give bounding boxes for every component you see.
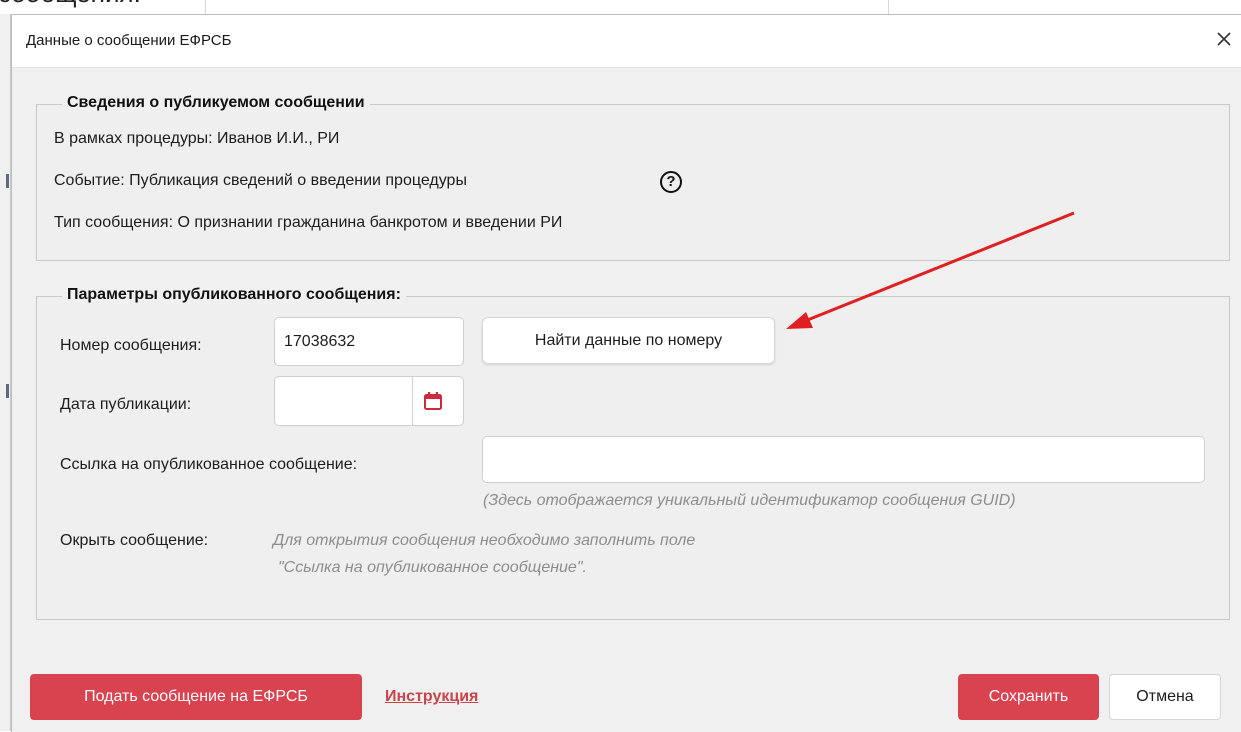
- background-window: сообщения:: [0, 0, 1241, 14]
- submit-to-efrsb-button[interactable]: Подать сообщение на ЕФРСБ: [30, 674, 362, 720]
- open-message-label: Окрыть сообщение:: [60, 532, 209, 549]
- published-link-label: Ссылка на опубликованное сообщение:: [60, 456, 358, 473]
- event-text: Событие: Публикация сведений о введении …: [54, 172, 467, 189]
- close-button[interactable]: [1206, 21, 1241, 57]
- background-divider: [888, 0, 889, 14]
- published-params-title: Параметры опубликованного сообщения:: [62, 286, 406, 304]
- calendar-icon: [423, 392, 442, 410]
- procedure-text: В рамках процедуры: Иванов И.И., РИ: [54, 130, 340, 147]
- open-message-hint-line2: "Ссылка на опубликованное сообщение".: [278, 559, 587, 576]
- cancel-button[interactable]: Отмена: [1109, 674, 1221, 720]
- efrsb-message-dialog: Данные о сообщении ЕФРСБ Сведения о публ…: [11, 14, 1241, 732]
- open-message-hint-line1: Для открытия сообщения необходимо заполн…: [273, 532, 696, 549]
- save-button[interactable]: Сохранить: [958, 674, 1099, 720]
- help-icon[interactable]: ?: [660, 171, 682, 193]
- close-icon: [1217, 32, 1231, 46]
- background-left-strip: [0, 14, 11, 731]
- background-cut-text: сообщения:: [0, 0, 141, 9]
- publication-date-input[interactable]: [274, 376, 464, 426]
- publication-date-label: Дата публикации:: [60, 396, 192, 413]
- calendar-button[interactable]: [412, 377, 452, 425]
- message-number-input[interactable]: 17038632: [274, 317, 464, 366]
- dialog-titlebar: Данные о сообщении ЕФРСБ: [12, 15, 1241, 68]
- find-by-number-button[interactable]: Найти данные по номеру: [482, 317, 775, 364]
- message-number-label: Номер сообщения:: [60, 337, 202, 354]
- published-link-hint: (Здесь отображается уникальный идентифик…: [483, 492, 1016, 509]
- background-divider: [205, 0, 206, 14]
- instruction-link[interactable]: Инструкция: [385, 688, 478, 706]
- published-info-title: Сведения о публикуемом сообщении: [62, 94, 370, 112]
- published-link-input[interactable]: [482, 436, 1205, 483]
- message-type-text: Тип сообщения: О признании гражданина ба…: [54, 214, 563, 231]
- dialog-title: Данные о сообщении ЕФРСБ: [26, 32, 232, 49]
- message-number-value: 17038632: [284, 332, 356, 350]
